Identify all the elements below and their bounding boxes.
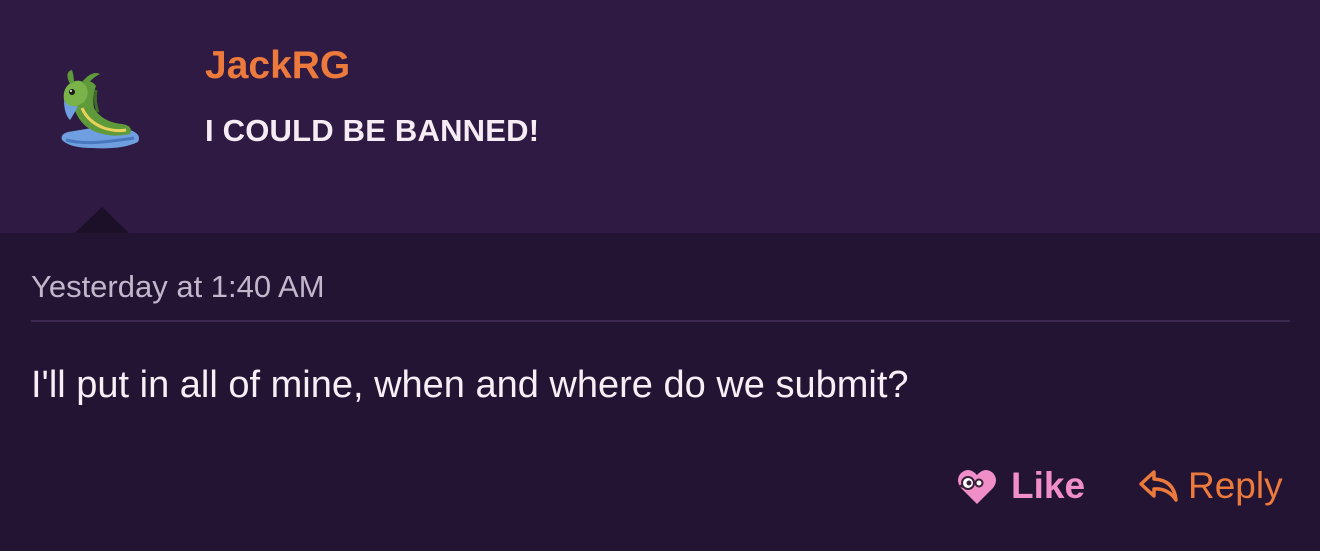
post-timestamp[interactable]: Yesterday at 1:40 AM bbox=[31, 268, 325, 306]
avatar[interactable] bbox=[52, 68, 144, 152]
message-post: JackRG I COULD BE BANNED! Yesterday at 1… bbox=[0, 0, 1320, 551]
like-button[interactable]: Like bbox=[955, 463, 1085, 509]
divider bbox=[31, 320, 1290, 322]
message-text: I'll put in all of mine, when and where … bbox=[31, 364, 909, 406]
post-header: JackRG I COULD BE BANNED! bbox=[0, 0, 1320, 233]
user-title: I COULD BE BANNED! bbox=[205, 113, 540, 148]
username[interactable]: JackRG bbox=[205, 44, 350, 88]
callout-arrow bbox=[75, 207, 129, 233]
like-label: Like bbox=[1011, 465, 1086, 506]
reply-label: Reply bbox=[1188, 465, 1283, 506]
heart-face-icon bbox=[955, 466, 999, 506]
reply-button[interactable]: Reply bbox=[1138, 463, 1283, 509]
reply-arrow-icon bbox=[1138, 466, 1180, 506]
gastrodon-sprite-icon bbox=[61, 70, 139, 149]
